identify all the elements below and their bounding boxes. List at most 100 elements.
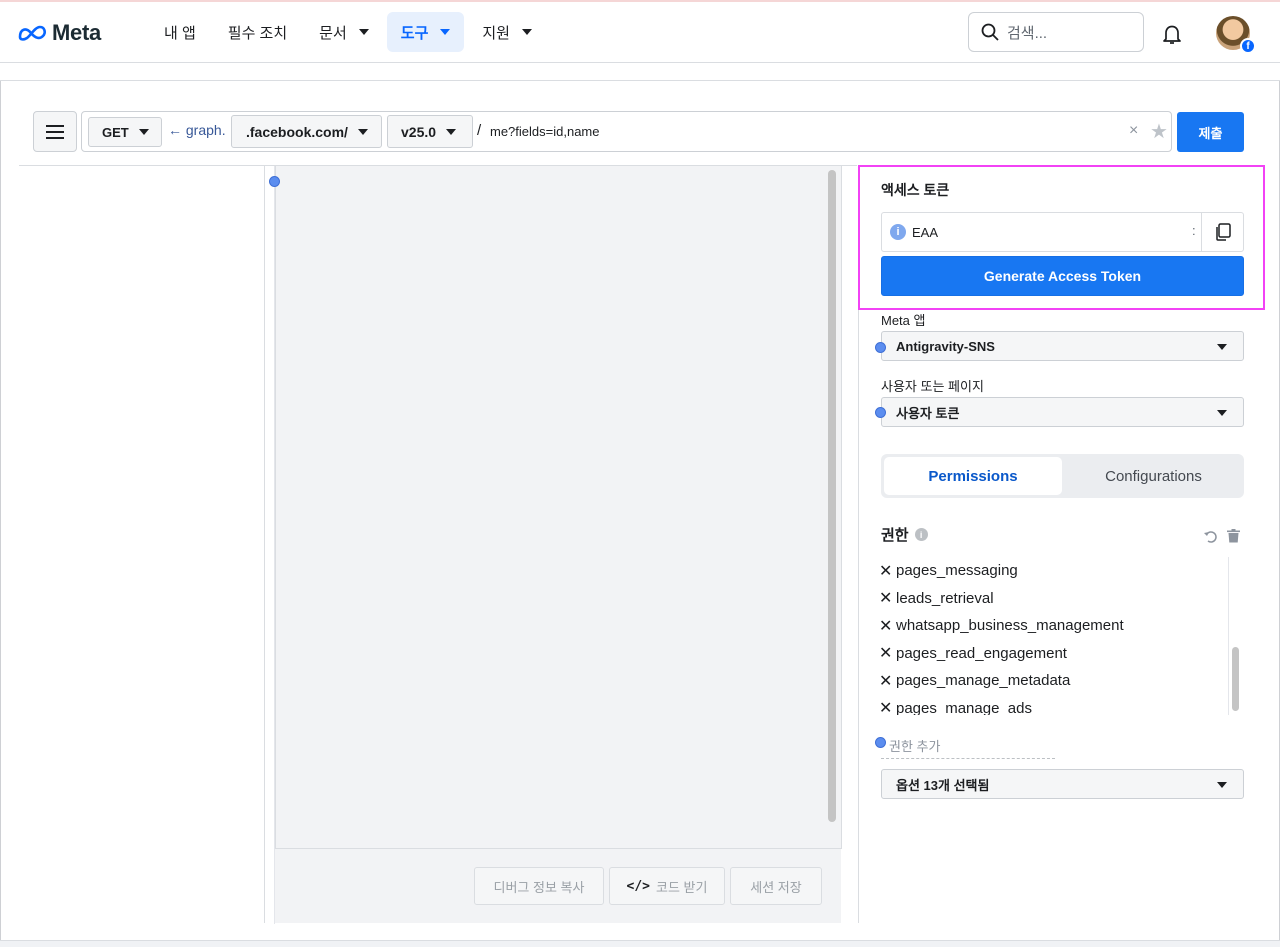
meta-app-value: Antigravity-SNS <box>896 338 995 354</box>
sub-header-strip <box>0 63 1280 81</box>
method-value: GET <box>102 124 129 140</box>
panel-marker-dot <box>875 737 886 748</box>
trash-icon[interactable] <box>1227 529 1240 548</box>
add-permission-input[interactable]: 권한 추가 <box>889 736 940 755</box>
graph-url-bar: GET ← graph. .facebook.com/ v25.0 / × ★ <box>81 111 1172 152</box>
nav-tools[interactable]: 도구 <box>386 12 465 52</box>
caret-down-icon <box>1217 782 1227 788</box>
bottom-strip <box>0 940 1280 947</box>
token-separator: : <box>1192 223 1196 238</box>
nav-label: 필수 조치 <box>227 24 288 42</box>
caret-down-icon <box>440 29 451 35</box>
permission-label: pages_messaging <box>896 562 1018 580</box>
permission-label: pages_manage_ads <box>896 699 1032 715</box>
version-value: v25.0 <box>401 123 437 140</box>
search-placeholder: 검색... <box>1007 24 1048 42</box>
caret-down-icon <box>138 129 149 135</box>
remove-permission-icon[interactable]: ✕ <box>879 643 893 663</box>
user-avatar[interactable]: f <box>1216 16 1256 54</box>
permission-item: ✕ pages_manage_metadata <box>879 667 1227 695</box>
graph-prefix-link[interactable]: ← graph. <box>168 122 226 138</box>
add-permission-underline <box>881 758 1055 759</box>
meta-app-select[interactable]: Antigravity-SNS <box>881 331 1244 361</box>
permission-label: whatsapp_business_management <box>896 617 1124 635</box>
domain-select[interactable]: .facebook.com/ <box>231 115 382 148</box>
button-label: 코드 받기 <box>656 879 708 895</box>
button-label: 세션 저장 <box>750 879 802 895</box>
nav-label: 도구 <box>400 24 429 42</box>
permissions-scrollbar[interactable] <box>1232 647 1239 711</box>
caret-down-icon <box>358 29 369 35</box>
response-panel <box>265 165 857 924</box>
permissions-header: 권한 i <box>881 524 928 545</box>
caret-down-icon <box>521 29 532 35</box>
settings-tabs: Permissions Configurations <box>881 454 1244 498</box>
permission-item: ✕ pages_manage_ads <box>879 695 1227 715</box>
copy-debug-info-button[interactable]: 디버그 정보 복사 <box>474 867 604 905</box>
panel-marker-dot <box>875 342 886 353</box>
sidebar-toggle-button[interactable] <box>33 111 77 152</box>
options-selected-select[interactable]: 옵션 13개 선택됨 <box>881 769 1244 799</box>
copy-token-button[interactable] <box>1201 213 1244 251</box>
permission-item: ✕ pages_messaging <box>879 557 1227 585</box>
nav-required-actions[interactable]: 필수 조치 <box>214 12 301 52</box>
query-path-input[interactable] <box>490 120 1120 142</box>
clear-icon[interactable]: × <box>1129 122 1138 140</box>
main-nav: 내 앱 필수 조치 문서 도구 지원 <box>150 12 550 52</box>
nav-label: 지원 <box>482 24 510 42</box>
access-token-value: EAA <box>912 225 939 240</box>
remove-permission-icon[interactable]: ✕ <box>879 588 893 608</box>
search-input[interactable]: 검색... <box>968 12 1144 52</box>
caret-down-icon <box>357 128 368 135</box>
response-gutter <box>265 166 275 924</box>
request-tree-panel <box>19 165 265 923</box>
favorite-star-icon[interactable]: ★ <box>1150 119 1168 144</box>
get-code-button[interactable]: </> 코드 받기 <box>609 867 725 905</box>
search-icon <box>981 23 999 41</box>
caret-down-icon <box>1217 344 1227 350</box>
permission-item: ✕ leads_retrieval <box>879 585 1227 613</box>
access-token-field[interactable]: i EAA : <box>881 212 1244 252</box>
submit-button[interactable]: 제출 <box>1177 112 1244 152</box>
notifications-bell-icon[interactable] <box>1160 22 1184 51</box>
remove-permission-icon[interactable]: ✕ <box>879 616 893 636</box>
permission-label: leads_retrieval <box>896 589 994 607</box>
user-or-page-value: 사용자 토큰 <box>896 405 960 421</box>
save-session-button[interactable]: 세션 저장 <box>730 867 822 905</box>
brand-name: Meta <box>52 20 101 45</box>
nav-my-apps[interactable]: 내 앱 <box>150 12 210 52</box>
response-footer: 디버그 정보 복사 </> 코드 받기 세션 저장 <box>275 848 841 923</box>
permission-item: ✕ whatsapp_business_management <box>879 612 1227 640</box>
copy-icon <box>1216 223 1231 241</box>
response-scrollbar[interactable] <box>828 170 836 822</box>
permission-item: ✕ pages_read_engagement <box>879 640 1227 668</box>
domain-value: .facebook.com/ <box>246 123 348 140</box>
http-method-select[interactable]: GET <box>88 117 162 147</box>
permission-label: pages_read_engagement <box>896 644 1067 662</box>
facebook-badge-icon: f <box>1240 38 1256 54</box>
access-token-title: 액세스 토큰 <box>881 182 950 198</box>
hamburger-menu-icon <box>46 124 64 139</box>
remove-permission-icon[interactable]: ✕ <box>879 671 893 691</box>
permissions-title: 권한 <box>881 527 909 544</box>
user-or-page-select[interactable]: 사용자 토큰 <box>881 397 1244 427</box>
code-icon: </> <box>626 878 651 894</box>
path-separator: / <box>477 122 482 139</box>
undo-icon[interactable] <box>1203 528 1219 549</box>
tab-permissions[interactable]: Permissions <box>884 457 1062 495</box>
nav-label: 문서 <box>319 24 347 42</box>
api-version-select[interactable]: v25.0 <box>387 115 473 148</box>
generate-access-token-button[interactable]: Generate Access Token <box>881 256 1244 296</box>
caret-down-icon <box>446 128 457 135</box>
permissions-list: ✕ pages_messaging ✕ leads_retrieval ✕ whatsap… <box>879 557 1227 715</box>
tab-configurations[interactable]: Configurations <box>1066 457 1241 495</box>
nav-docs[interactable]: 문서 <box>305 12 383 52</box>
panel-marker-dot <box>269 176 280 187</box>
nav-support[interactable]: 지원 <box>468 12 546 52</box>
remove-permission-icon[interactable]: ✕ <box>879 561 893 581</box>
meta-logo[interactable]: Meta <box>18 20 101 46</box>
info-icon[interactable]: i <box>914 528 928 541</box>
info-icon: i <box>890 224 906 240</box>
panel-marker-dot <box>875 407 886 418</box>
remove-permission-icon[interactable]: ✕ <box>879 698 893 715</box>
